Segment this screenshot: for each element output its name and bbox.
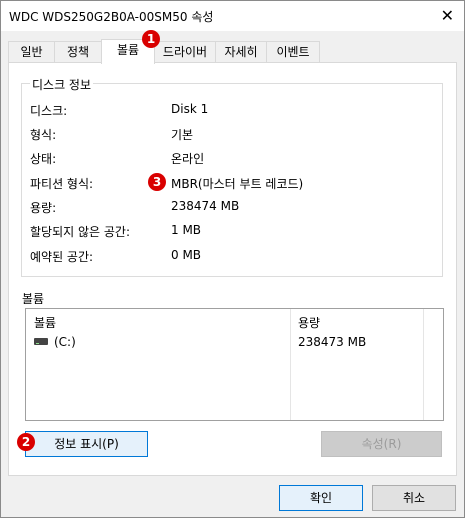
status-label: 상태:: [30, 152, 57, 166]
type-label: 형식:: [30, 128, 57, 142]
column-header-capacity[interactable]: 용량: [298, 314, 320, 331]
drive-icon: [34, 338, 48, 345]
column-header-volume[interactable]: 볼륨: [34, 314, 56, 331]
capacity-label: 용량:: [30, 201, 57, 215]
show-info-button[interactable]: 정보 표시(P): [25, 431, 148, 457]
annotation-badge-1: 1: [142, 30, 160, 48]
disk-label: 디스크:: [30, 104, 68, 118]
volumes-section-label: 볼륨: [22, 292, 45, 306]
tab-events[interactable]: 이벤트: [266, 41, 320, 63]
disk-info-title: 디스크 정보: [30, 76, 94, 93]
properties-window: WDC WDS250G2B0A-00SM50 속성 ✕ 일반 정책 볼륨 드라이…: [0, 0, 465, 518]
disk-value: Disk 1: [171, 102, 209, 116]
tab-policy[interactable]: 정책: [54, 41, 102, 63]
annotation-badge-3: 3: [148, 173, 166, 191]
close-icon[interactable]: ✕: [441, 6, 454, 25]
reserved-value: 0 MB: [171, 248, 202, 262]
partition-style-label: 파티션 형식:: [30, 177, 94, 191]
window-title: WDC WDS250G2B0A-00SM50 속성: [9, 10, 214, 24]
reserved-label: 예약된 공간:: [30, 250, 94, 264]
capacity-value: 238474 MB: [171, 199, 240, 213]
tab-general[interactable]: 일반: [8, 41, 55, 63]
partition-style-value: MBR(마스터 부트 레코드): [171, 177, 304, 191]
column-separator[interactable]: [290, 309, 291, 420]
volume-capacity: 238473 MB: [298, 335, 367, 349]
title-bar: WDC WDS250G2B0A-00SM50 속성 ✕: [1, 1, 464, 31]
table-row[interactable]: (C:) 238473 MB: [26, 333, 423, 351]
tab-driver[interactable]: 드라이버: [154, 41, 216, 63]
column-separator[interactable]: [423, 309, 424, 420]
cancel-button[interactable]: 취소: [372, 485, 456, 511]
volumes-table-header: 볼륨 용량: [26, 309, 443, 331]
type-value: 기본: [171, 128, 194, 142]
unallocated-label: 할당되지 않은 공간:: [30, 225, 130, 239]
annotation-badge-2: 2: [17, 433, 35, 451]
properties-button[interactable]: 속성(R): [321, 431, 442, 457]
ok-button[interactable]: 확인: [279, 485, 363, 511]
volumes-table[interactable]: 볼륨 용량 (C:) 238473 MB: [25, 308, 444, 421]
volume-name: (C:): [54, 335, 76, 349]
status-value: 온라인: [171, 152, 205, 166]
tab-details[interactable]: 자세히: [215, 41, 267, 63]
unallocated-value: 1 MB: [171, 223, 202, 237]
